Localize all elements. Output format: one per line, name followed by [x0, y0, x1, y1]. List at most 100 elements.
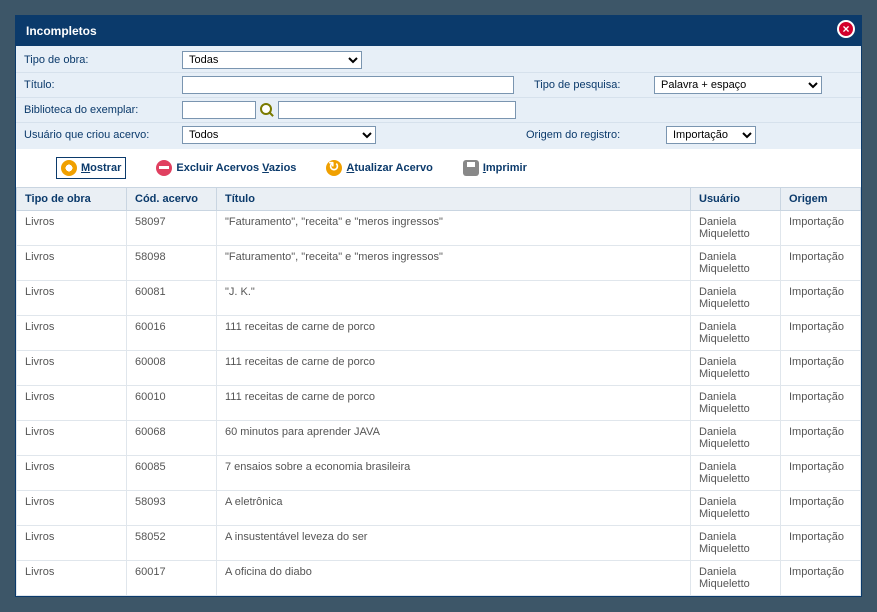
th-origem[interactable]: Origem	[781, 188, 861, 211]
filter-panel: Tipo de obra: Todas Título: Tipo de pesq…	[16, 46, 861, 149]
cell-titulo: 111 receitas de carne de porco	[217, 386, 691, 421]
cell-usuario: Daniela Miqueletto	[691, 456, 781, 491]
cell-usuario: Daniela Miqueletto	[691, 526, 781, 561]
cell-cod: 58098	[127, 246, 217, 281]
cell-titulo: "Faturamento", "receita" e "meros ingres…	[217, 211, 691, 246]
action-bar: Mostrar Excluir Acervos Vazios Atualizar…	[16, 149, 861, 187]
cell-origem: Importação	[781, 281, 861, 316]
cell-cod: 60010	[127, 386, 217, 421]
cell-cod: 60085	[127, 456, 217, 491]
cell-usuario: Daniela Miqueletto	[691, 351, 781, 386]
cell-titulo: A insustentável leveza do ser	[217, 526, 691, 561]
cell-origem: Importação	[781, 351, 861, 386]
refresh-icon	[326, 160, 342, 176]
input-titulo[interactable]	[182, 76, 514, 94]
table-row[interactable]: Livros60008111 receitas de carne de porc…	[17, 351, 861, 386]
cell-origem: Importação	[781, 211, 861, 246]
mostrar-button[interactable]: Mostrar	[56, 157, 126, 179]
select-usuario[interactable]: Todos	[182, 126, 376, 144]
cell-origem: Importação	[781, 491, 861, 526]
cell-titulo: A eletrônica	[217, 491, 691, 526]
cell-tipo: Livros	[17, 526, 127, 561]
print-icon	[463, 160, 479, 176]
cell-tipo: Livros	[17, 421, 127, 456]
cell-titulo: A oficina do diabo	[217, 561, 691, 596]
cell-origem: Importação	[781, 246, 861, 281]
imprimir-button[interactable]: Imprimir	[463, 160, 527, 176]
modal-incompletos: Incompletos × Tipo de obra: Todas Título…	[15, 15, 862, 597]
table-row[interactable]: Livros58052A insustentável leveza do ser…	[17, 526, 861, 561]
cell-cod: 58052	[127, 526, 217, 561]
cell-tipo: Livros	[17, 281, 127, 316]
cell-tipo: Livros	[17, 246, 127, 281]
th-usuario[interactable]: Usuário	[691, 188, 781, 211]
cell-origem: Importação	[781, 456, 861, 491]
table-row[interactable]: Livros600857 ensaios sobre a economia br…	[17, 456, 861, 491]
cell-usuario: Daniela Miqueletto	[691, 421, 781, 456]
cell-cod: 60016	[127, 316, 217, 351]
table-row[interactable]: Livros60016111 receitas de carne de porc…	[17, 316, 861, 351]
cell-cod: 60008	[127, 351, 217, 386]
cell-tipo: Livros	[17, 561, 127, 596]
cell-tipo: Livros	[17, 456, 127, 491]
cell-titulo: 7 ensaios sobre a economia brasileira	[217, 456, 691, 491]
th-tipo[interactable]: Tipo de obra	[17, 188, 127, 211]
cell-tipo: Livros	[17, 351, 127, 386]
modal-title: Incompletos	[26, 24, 97, 38]
cell-tipo: Livros	[17, 491, 127, 526]
cell-titulo: "Faturamento", "receita" e "meros ingres…	[217, 246, 691, 281]
select-tipo-pesquisa[interactable]: Palavra + espaço	[654, 76, 822, 94]
cell-cod: 60068	[127, 421, 217, 456]
label-titulo: Título:	[24, 79, 182, 91]
select-tipo-obra[interactable]: Todas	[182, 51, 362, 69]
excluir-button[interactable]: Excluir Acervos Vazios	[156, 160, 296, 176]
cell-origem: Importação	[781, 386, 861, 421]
label-tipo-pesquisa: Tipo de pesquisa:	[534, 79, 654, 91]
label-tipo-obra: Tipo de obra:	[24, 54, 182, 66]
cell-origem: Importação	[781, 561, 861, 596]
th-cod[interactable]: Cód. acervo	[127, 188, 217, 211]
table-row[interactable]: Livros58097"Faturamento", "receita" e "m…	[17, 211, 861, 246]
cell-titulo: "J. K."	[217, 281, 691, 316]
cell-usuario: Daniela Miqueletto	[691, 316, 781, 351]
label-usuario: Usuário que criou acervo:	[24, 129, 182, 141]
cell-titulo: 111 receitas de carne de porco	[217, 316, 691, 351]
results-table: Tipo de obra Cód. acervo Título Usuário …	[16, 187, 861, 596]
table-row[interactable]: Livros60081"J. K."Daniela MiquelettoImpo…	[17, 281, 861, 316]
cell-usuario: Daniela Miqueletto	[691, 386, 781, 421]
show-icon	[61, 160, 77, 176]
table-row[interactable]: Livros6006860 minutos para aprender JAVA…	[17, 421, 861, 456]
cell-usuario: Daniela Miqueletto	[691, 281, 781, 316]
cell-cod: 58093	[127, 491, 217, 526]
atualizar-button[interactable]: Atualizar Acervo	[326, 160, 432, 176]
table-row[interactable]: Livros58098"Faturamento", "receita" e "m…	[17, 246, 861, 281]
cell-origem: Importação	[781, 526, 861, 561]
label-origem: Origem do registro:	[526, 129, 666, 141]
th-titulo[interactable]: Título	[217, 188, 691, 211]
cell-titulo: 60 minutos para aprender JAVA	[217, 421, 691, 456]
table-row[interactable]: Livros60017A oficina do diaboDaniela Miq…	[17, 561, 861, 596]
label-biblioteca: Biblioteca do exemplar:	[24, 104, 182, 116]
cell-usuario: Daniela Miqueletto	[691, 211, 781, 246]
cell-tipo: Livros	[17, 386, 127, 421]
select-origem[interactable]: Importação	[666, 126, 756, 144]
cell-cod: 58097	[127, 211, 217, 246]
table-row[interactable]: Livros58093A eletrônicaDaniela Miquelett…	[17, 491, 861, 526]
cell-usuario: Daniela Miqueletto	[691, 561, 781, 596]
cell-tipo: Livros	[17, 316, 127, 351]
cell-tipo: Livros	[17, 211, 127, 246]
cell-cod: 60017	[127, 561, 217, 596]
modal-header: Incompletos ×	[16, 16, 861, 46]
cell-origem: Importação	[781, 316, 861, 351]
cell-titulo: 111 receitas de carne de porco	[217, 351, 691, 386]
table-row[interactable]: Livros60010111 receitas de carne de porc…	[17, 386, 861, 421]
cell-usuario: Daniela Miqueletto	[691, 491, 781, 526]
input-biblioteca-name[interactable]	[278, 101, 516, 119]
input-biblioteca-code[interactable]	[182, 101, 256, 119]
close-icon[interactable]: ×	[837, 20, 855, 38]
cell-origem: Importação	[781, 421, 861, 456]
search-icon[interactable]	[258, 101, 276, 119]
delete-icon	[156, 160, 172, 176]
cell-usuario: Daniela Miqueletto	[691, 246, 781, 281]
cell-cod: 60081	[127, 281, 217, 316]
